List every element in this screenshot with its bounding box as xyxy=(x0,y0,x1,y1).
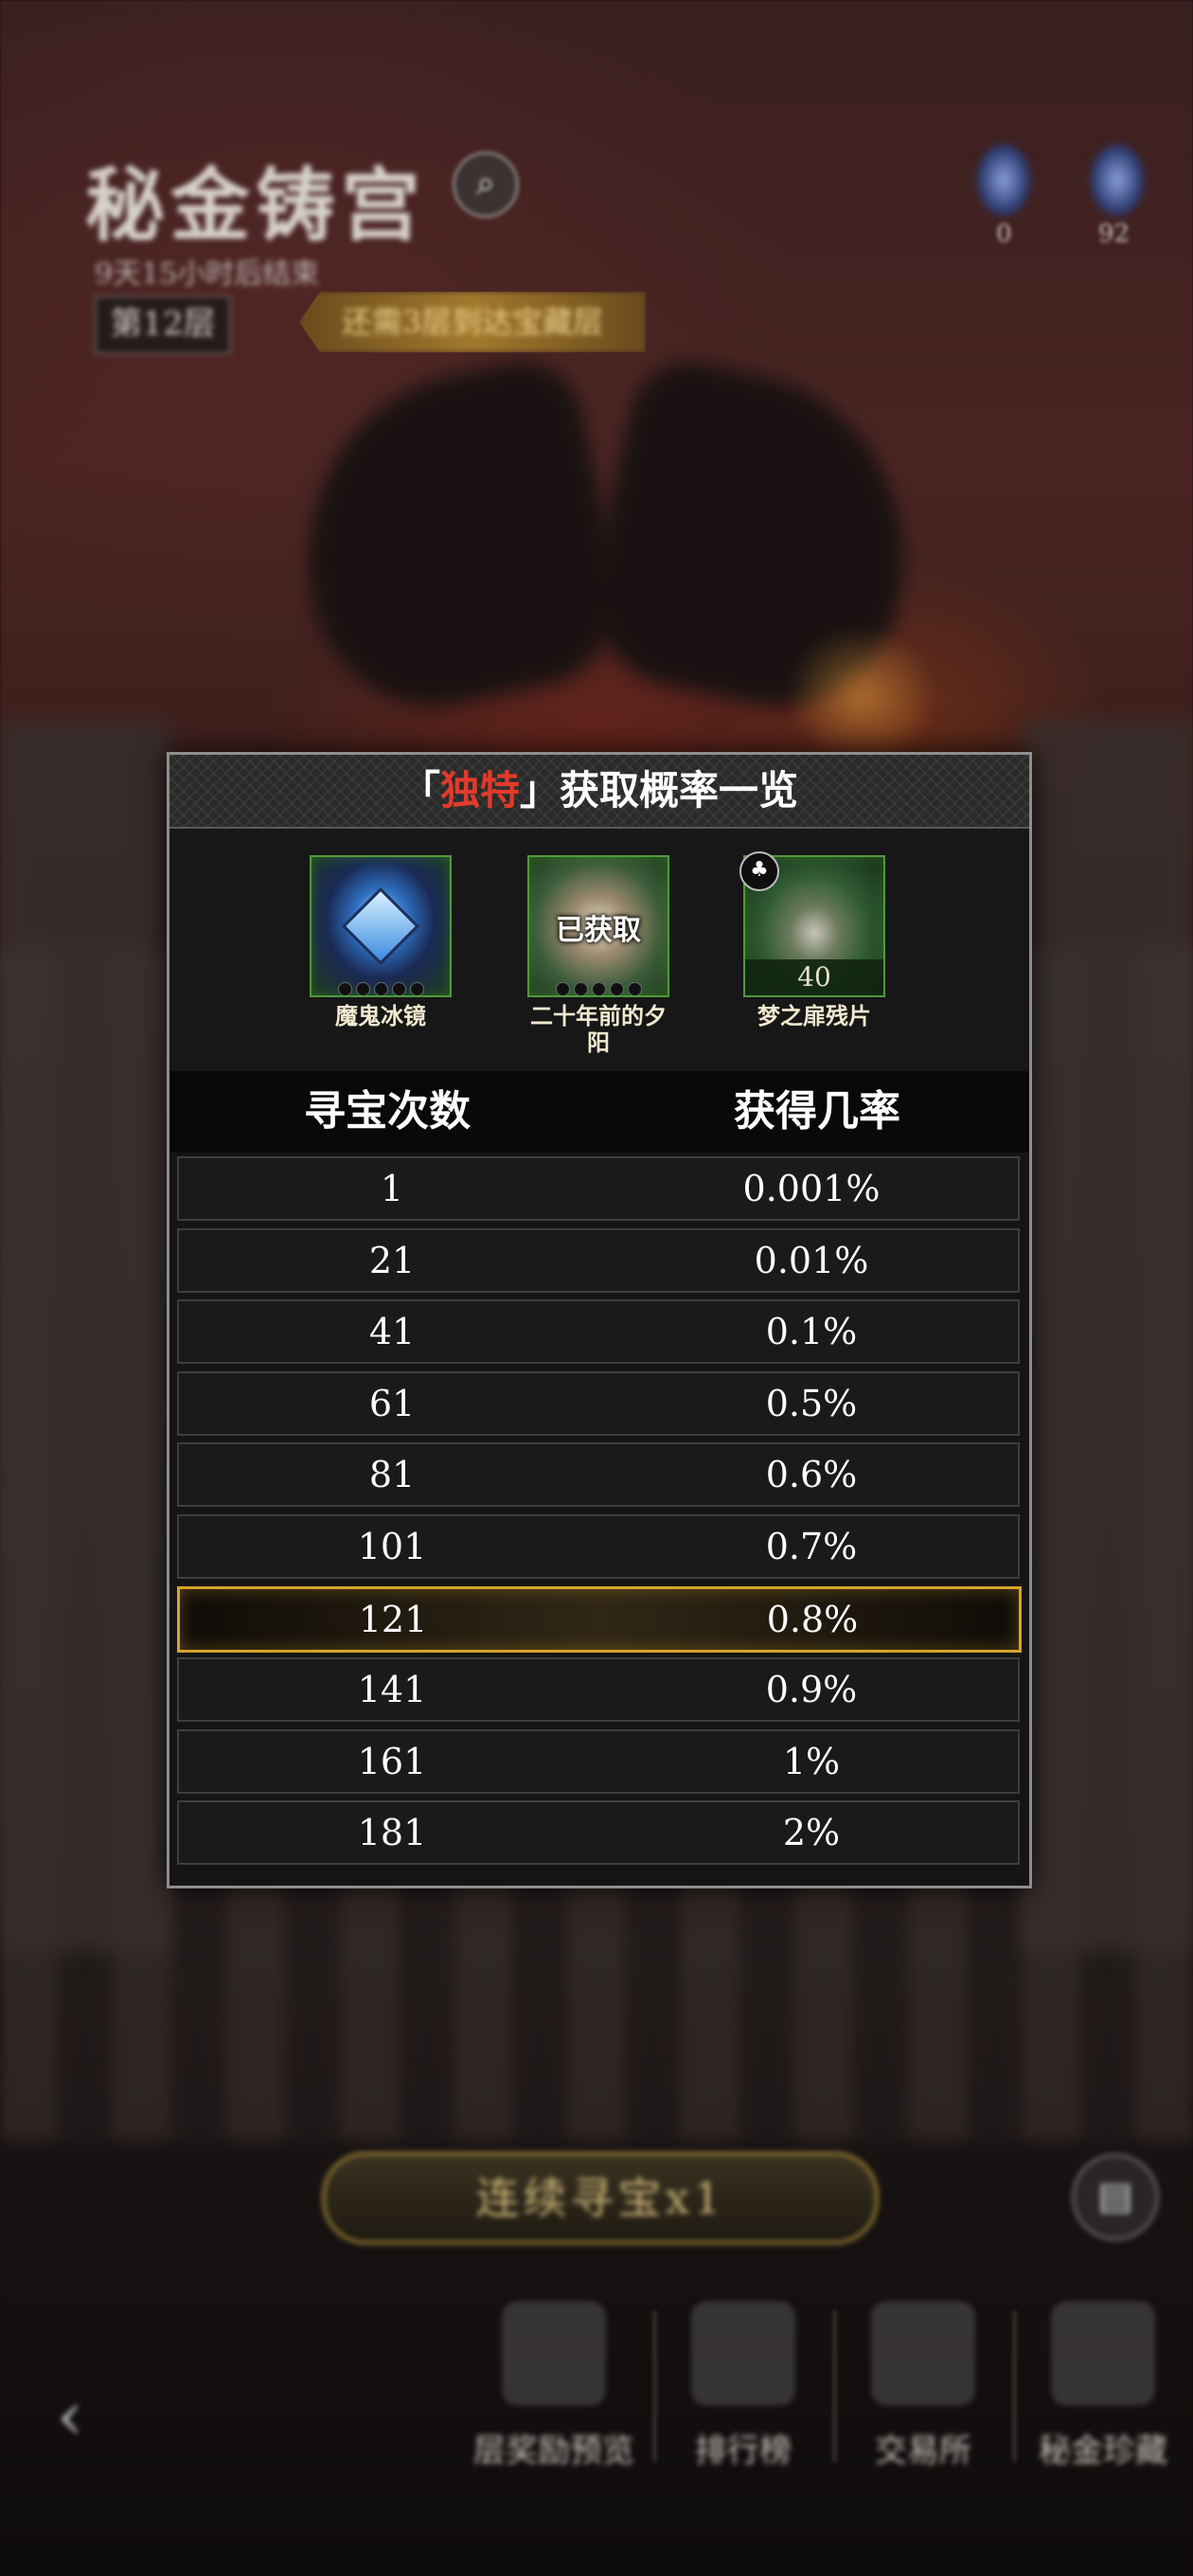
table-row: 141 0.9% xyxy=(177,1657,1020,1722)
event-title: 秘金铸宫 xyxy=(85,158,427,252)
fragment-badge-icon: ♣ xyxy=(739,851,779,891)
drop-rate-cell: 0.6% xyxy=(765,1454,858,1495)
table-row: 181 2% xyxy=(177,1800,1020,1865)
ice-mirror-icon[interactable] xyxy=(310,855,452,997)
title-rest: 获取概率一览 xyxy=(560,767,799,814)
item-name: 魔鬼冰镜 xyxy=(335,1002,426,1029)
drop-rate-cell: 0.7% xyxy=(765,1526,858,1567)
hunt-count-cell: 101 xyxy=(357,1526,427,1567)
nav-label: 交易所 xyxy=(875,2432,971,2470)
item-count: 40 xyxy=(745,959,883,995)
table-row: 1 0.001% xyxy=(177,1156,1020,1221)
hunt-count-cell: 181 xyxy=(357,1812,427,1853)
crystal-icon xyxy=(1089,142,1146,218)
drop-rate-cell: 1% xyxy=(782,1741,841,1782)
hunt-count-cell: 61 xyxy=(368,1383,416,1424)
chest-icon[interactable]: ▤ xyxy=(1072,2154,1159,2241)
exchange-icon xyxy=(871,2301,975,2406)
nav-divider xyxy=(653,2311,656,2462)
continue-hunt-button[interactable]: 连续寻宝x1 xyxy=(322,2152,879,2245)
header-rate: 获得几率 xyxy=(734,1087,900,1136)
dragon-wing-left xyxy=(273,350,636,729)
drop-rate-cell: 0.5% xyxy=(765,1383,858,1424)
title-bracket-close: 」 xyxy=(520,767,561,814)
nav-floor-rewards[interactable]: 层奖励预览 xyxy=(473,2292,634,2481)
item-name: 梦之扉残片 xyxy=(757,1002,871,1029)
obtained-label: 已获取 xyxy=(556,914,641,947)
reward-preview-icon xyxy=(502,2301,606,2406)
hunt-count-cell: 121 xyxy=(358,1599,428,1640)
tower-right xyxy=(1023,720,1193,1951)
hunt-count-cell: 21 xyxy=(368,1240,416,1281)
tower-left xyxy=(0,720,170,1951)
table-header: 寻宝次数 获得几率 xyxy=(169,1071,1029,1153)
resource-count: 0 xyxy=(996,220,1012,248)
nav-divider xyxy=(833,2311,836,2462)
drop-rate-cell: 0.001% xyxy=(742,1168,881,1209)
mirror-gem xyxy=(341,886,420,966)
crystal-count: 92 xyxy=(1098,220,1131,248)
table-row: 121 0.8% xyxy=(177,1586,1022,1653)
event-timer: 9天15小时后结束 xyxy=(95,258,320,291)
collection-icon xyxy=(1051,2301,1155,2406)
drop-rate-cell: 0.9% xyxy=(765,1669,858,1710)
trophy-icon xyxy=(691,2301,795,2406)
drop-rate-cell: 0.1% xyxy=(765,1311,858,1352)
item-card[interactable]: 已获取 二十年前的夕阳 xyxy=(527,855,669,1056)
table-row: 81 0.6% xyxy=(177,1442,1020,1507)
hunt-count-cell: 141 xyxy=(357,1669,427,1710)
star-dots xyxy=(312,982,450,995)
nav-divider xyxy=(1013,2311,1016,2462)
item-preview-row: 魔鬼冰镜 已获取 二十年前的夕阳 40 ♣ 梦之扉残片 xyxy=(169,829,1029,1067)
table-row: 41 0.1% xyxy=(177,1299,1020,1364)
nav-label: 秘金珍藏 xyxy=(1039,2432,1167,2470)
hunt-count-cell: 1 xyxy=(380,1168,404,1209)
hunt-count-cell: 161 xyxy=(357,1741,427,1782)
treasure-chest-glow xyxy=(786,625,937,767)
table-row: 21 0.01% xyxy=(177,1228,1020,1293)
drop-rate-cell: 0.8% xyxy=(766,1599,859,1640)
sunset-icon[interactable]: 已获取 xyxy=(527,855,669,997)
table-row: 61 0.5% xyxy=(177,1371,1020,1436)
item-card[interactable]: 魔鬼冰镜 xyxy=(310,855,452,1029)
probability-modal: 「独特」获取概率一览 魔鬼冰镜 已获取 二十年前的夕阳 40 ♣ 梦之扉残片 寻… xyxy=(167,752,1032,1888)
header-count: 寻宝次数 xyxy=(304,1087,471,1136)
nav-collection[interactable]: 秘金珍藏 xyxy=(1023,2292,1184,2481)
hunt-count-cell: 81 xyxy=(368,1454,416,1495)
modal-title: 「独特」获取概率一览 xyxy=(169,755,1029,829)
table-row: 101 0.7% xyxy=(177,1514,1020,1579)
resource-icon xyxy=(975,142,1032,218)
item-name: 二十年前的夕阳 xyxy=(530,1002,667,1056)
search-icon[interactable]: ⌕ xyxy=(453,152,519,218)
title-highlight: 独特 xyxy=(439,767,520,814)
treasure-floor-banner: 还需3层到达宝藏层 xyxy=(299,292,646,352)
nav-exchange[interactable]: 交易所 xyxy=(843,2292,1004,2481)
nav-label: 排行榜 xyxy=(695,2432,792,2470)
title-bracket-open: 「 xyxy=(400,767,440,814)
nav-label: 层奖励预览 xyxy=(473,2432,634,2470)
table-row: 161 1% xyxy=(177,1729,1020,1794)
nav-ranking[interactable]: 排行榜 xyxy=(663,2292,824,2481)
hunt-count-cell: 41 xyxy=(368,1311,416,1352)
star-dots xyxy=(529,982,668,995)
back-arrow-icon[interactable]: ‹ xyxy=(57,2377,151,2455)
item-card[interactable]: 40 ♣ 梦之扉残片 xyxy=(739,851,885,1029)
floor-label: 第12层 xyxy=(95,295,231,354)
drop-rate-cell: 0.01% xyxy=(754,1240,869,1281)
drop-rate-cell: 2% xyxy=(782,1812,841,1853)
